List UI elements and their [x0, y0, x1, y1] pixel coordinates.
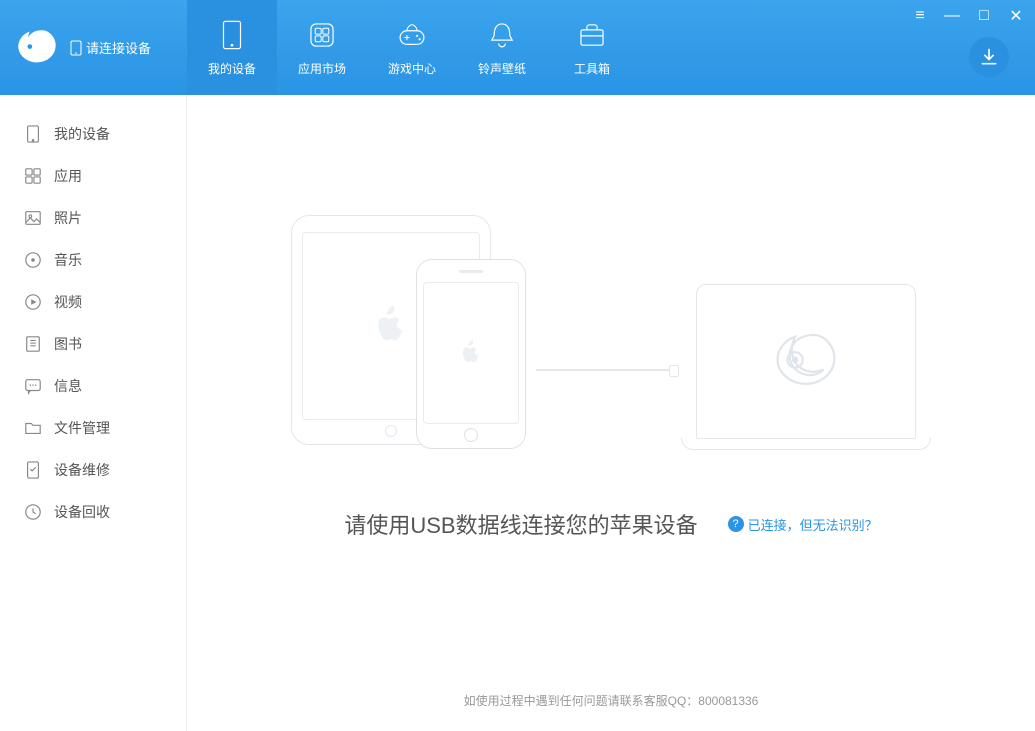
nav-game-center[interactable]: 游戏中心: [367, 0, 457, 95]
sidebar: 我的设备 应用 照片 音乐 视频 图书 信息 文件管理 设备维修 设备回收: [0, 95, 187, 731]
maximize-button[interactable]: □: [975, 7, 993, 25]
close-button[interactable]: ✕: [1007, 6, 1025, 26]
game-icon: [395, 18, 429, 52]
repair-icon: [24, 461, 42, 479]
download-button[interactable]: [969, 37, 1009, 77]
photo-icon: [24, 209, 42, 227]
sidebar-item-file-manager[interactable]: 文件管理: [0, 407, 186, 449]
logo-zone: 请连接设备: [0, 0, 187, 95]
book-icon: [24, 335, 42, 353]
apps-icon: [305, 18, 339, 52]
folder-icon: [24, 419, 42, 437]
nav: 我的设备 应用市场 游戏中心 铃声壁纸 工具箱: [187, 0, 637, 95]
apps-icon: [24, 167, 42, 185]
help-link[interactable]: ? 已连接，但无法识别？: [728, 515, 878, 534]
main-content: 请使用USB数据线连接您的苹果设备 ? 已连接，但无法识别？ 如使用过程中遇到任…: [187, 95, 1035, 731]
titlebar: 请连接设备 我的设备 应用市场 游戏中心 铃声壁纸 工具箱: [0, 0, 1035, 95]
sidebar-item-books[interactable]: 图书: [0, 323, 186, 365]
itools-logo-icon: [14, 25, 60, 71]
apple-devices-graphic: [291, 215, 526, 445]
nav-toolbox[interactable]: 工具箱: [547, 0, 637, 95]
phone-small-icon: [70, 40, 82, 56]
sidebar-item-my-device[interactable]: 我的设备: [0, 113, 186, 155]
connect-hint: 请连接设备: [70, 38, 151, 57]
sidebar-item-video[interactable]: 视频: [0, 281, 186, 323]
device-icon: [215, 18, 249, 52]
chat-icon: [24, 377, 42, 395]
apple-logo-icon: [374, 306, 408, 346]
connect-prompt: 请使用USB数据线连接您的苹果设备 ? 已连接，但无法识别？: [344, 508, 877, 540]
laptop-graphic: [681, 284, 931, 450]
cable-graphic: [536, 369, 671, 371]
question-icon: ?: [728, 516, 744, 532]
sidebar-item-messages[interactable]: 信息: [0, 365, 186, 407]
nav-my-device[interactable]: 我的设备: [187, 0, 277, 95]
device-icon: [24, 125, 42, 143]
bell-icon: [485, 18, 519, 52]
prompt-text: 请使用USB数据线连接您的苹果设备: [344, 508, 697, 540]
download-icon: [979, 47, 999, 67]
nav-app-market[interactable]: 应用市场: [277, 0, 367, 95]
body: 我的设备 应用 照片 音乐 视频 图书 信息 文件管理 设备维修 设备回收: [0, 95, 1035, 731]
nav-ringtone-wallpaper[interactable]: 铃声壁纸: [457, 0, 547, 95]
menu-icon[interactable]: ≡: [911, 7, 929, 25]
sidebar-item-device-repair[interactable]: 设备维修: [0, 449, 186, 491]
sidebar-item-apps[interactable]: 应用: [0, 155, 186, 197]
iphone-graphic: [416, 259, 526, 449]
recycle-icon: [24, 503, 42, 521]
music-icon: [24, 251, 42, 269]
toolbox-icon: [575, 18, 609, 52]
app-window: 请连接设备 我的设备 应用市场 游戏中心 铃声壁纸 工具箱: [0, 0, 1035, 731]
sidebar-item-photos[interactable]: 照片: [0, 197, 186, 239]
sidebar-item-device-recycle[interactable]: 设备回收: [0, 491, 186, 533]
window-controls: ≡ ― □ ✕: [911, 6, 1025, 26]
connection-illustration: [291, 210, 931, 450]
sidebar-item-music[interactable]: 音乐: [0, 239, 186, 281]
minimize-button[interactable]: ―: [943, 7, 961, 25]
apple-logo-icon: [460, 340, 482, 366]
footer-hint: 如使用过程中遇到任何问题请联系客服QQ：800081336: [464, 692, 759, 709]
video-icon: [24, 293, 42, 311]
itools-logo-outline-icon: [771, 327, 841, 397]
